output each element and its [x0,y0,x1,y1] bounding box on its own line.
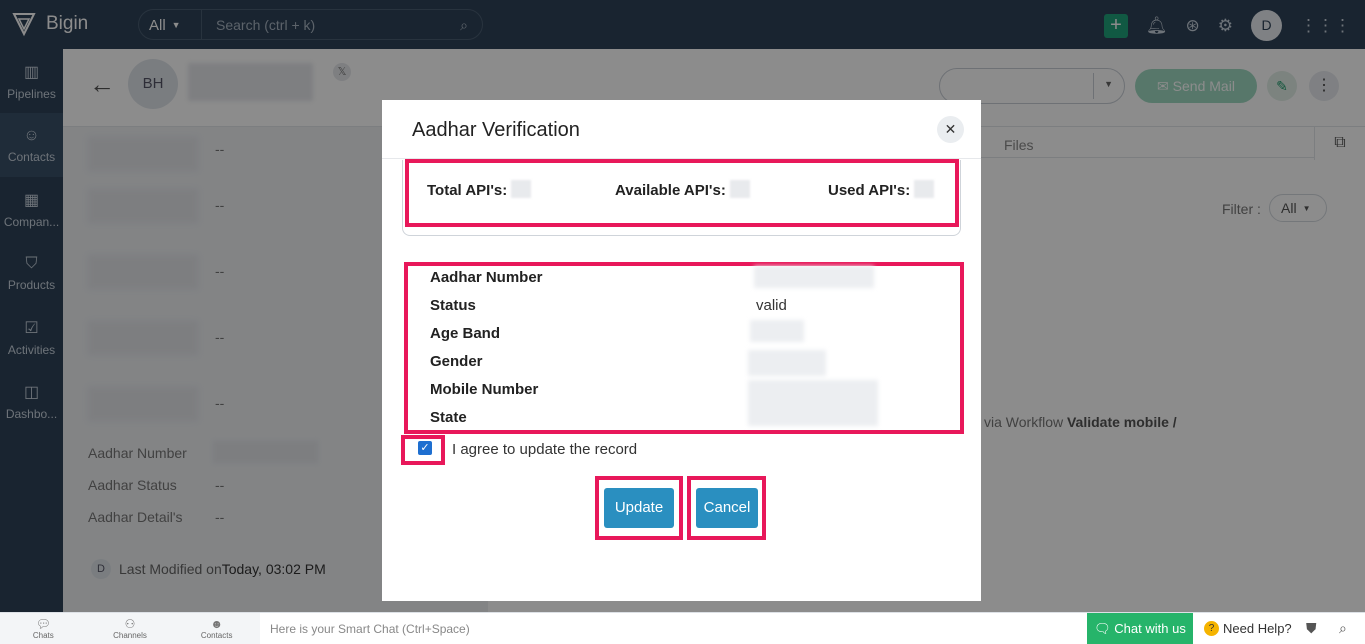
detail-label-mobile-number: Mobile Number [430,381,539,398]
close-icon: ✕ [944,121,957,137]
bottom-item-channels[interactable]: ⚇ Channels [87,613,174,644]
bottom-item-label: Channels [113,631,147,640]
update-button[interactable]: Update [604,488,674,528]
smart-chat-input[interactable]: Here is your Smart Chat (Ctrl+Space) [270,622,470,636]
detail-value-status: valid [756,297,787,314]
redacted-value [754,266,874,288]
redacted-value [511,180,532,198]
check-icon: ✓ [420,442,430,454]
channels-icon: ⚇ [124,617,136,631]
detail-label-gender: Gender [430,353,483,370]
detail-label-status: Status [430,297,476,314]
aadhar-details-highlight [404,262,964,434]
cancel-button[interactable]: Cancel [696,488,758,528]
bottom-nav: 💬︎ Chats ⚇ Channels ☻ Contacts [0,613,260,644]
chat-bubble-icon: 🗨︎ [1094,621,1115,636]
aadhar-verification-dialog: Aadhar Verification ✕ Total API's: Avail… [382,100,981,601]
redacted-value [750,320,804,342]
available-api: Available API's: [615,180,750,199]
redacted-value [729,180,750,198]
redacted-value [914,180,935,198]
need-help-button[interactable]: ? Need Help? [1204,621,1292,636]
bottom-item-contacts[interactable]: ☻ Contacts [173,613,260,644]
detail-label-aadhar-number: Aadhar Number [430,269,543,286]
bottom-item-label: Chats [32,631,54,640]
bottom-item-chats[interactable]: 💬︎ Chats [0,613,87,644]
detail-label-state: State [430,409,467,426]
total-api-label: Total API's: [427,182,508,199]
need-help-label: Need Help? [1223,621,1292,636]
chat-icon: 💬︎ [35,617,51,631]
notes-icon[interactable]: ⛊ [1306,620,1317,637]
help-icon: ? [1204,621,1219,636]
search-icon[interactable]: ⌕ [1339,620,1347,637]
close-button[interactable]: ✕ [937,116,964,143]
dialog-title: Aadhar Verification [412,119,580,141]
redacted-value [748,350,826,376]
bottom-item-label: Contacts [200,631,233,640]
chat-with-us-button[interactable]: 🗨︎ Chat with us [1087,613,1193,644]
contacts-icon: ☻ [210,617,223,631]
used-api: Used API's: [828,180,935,199]
redacted-value [748,380,878,426]
bottom-bar: 💬︎ Chats ⚇ Channels ☻ Contacts Here is y… [0,612,1365,644]
agree-label[interactable]: I agree to update the record [452,441,637,458]
used-api-label: Used API's: [828,182,911,199]
agree-checkbox[interactable]: ✓ [418,441,432,455]
chat-with-us-label: Chat with us [1114,621,1186,636]
total-api: Total API's: [427,180,532,199]
available-api-label: Available API's: [615,182,726,199]
detail-label-age-band: Age Band [430,325,501,342]
